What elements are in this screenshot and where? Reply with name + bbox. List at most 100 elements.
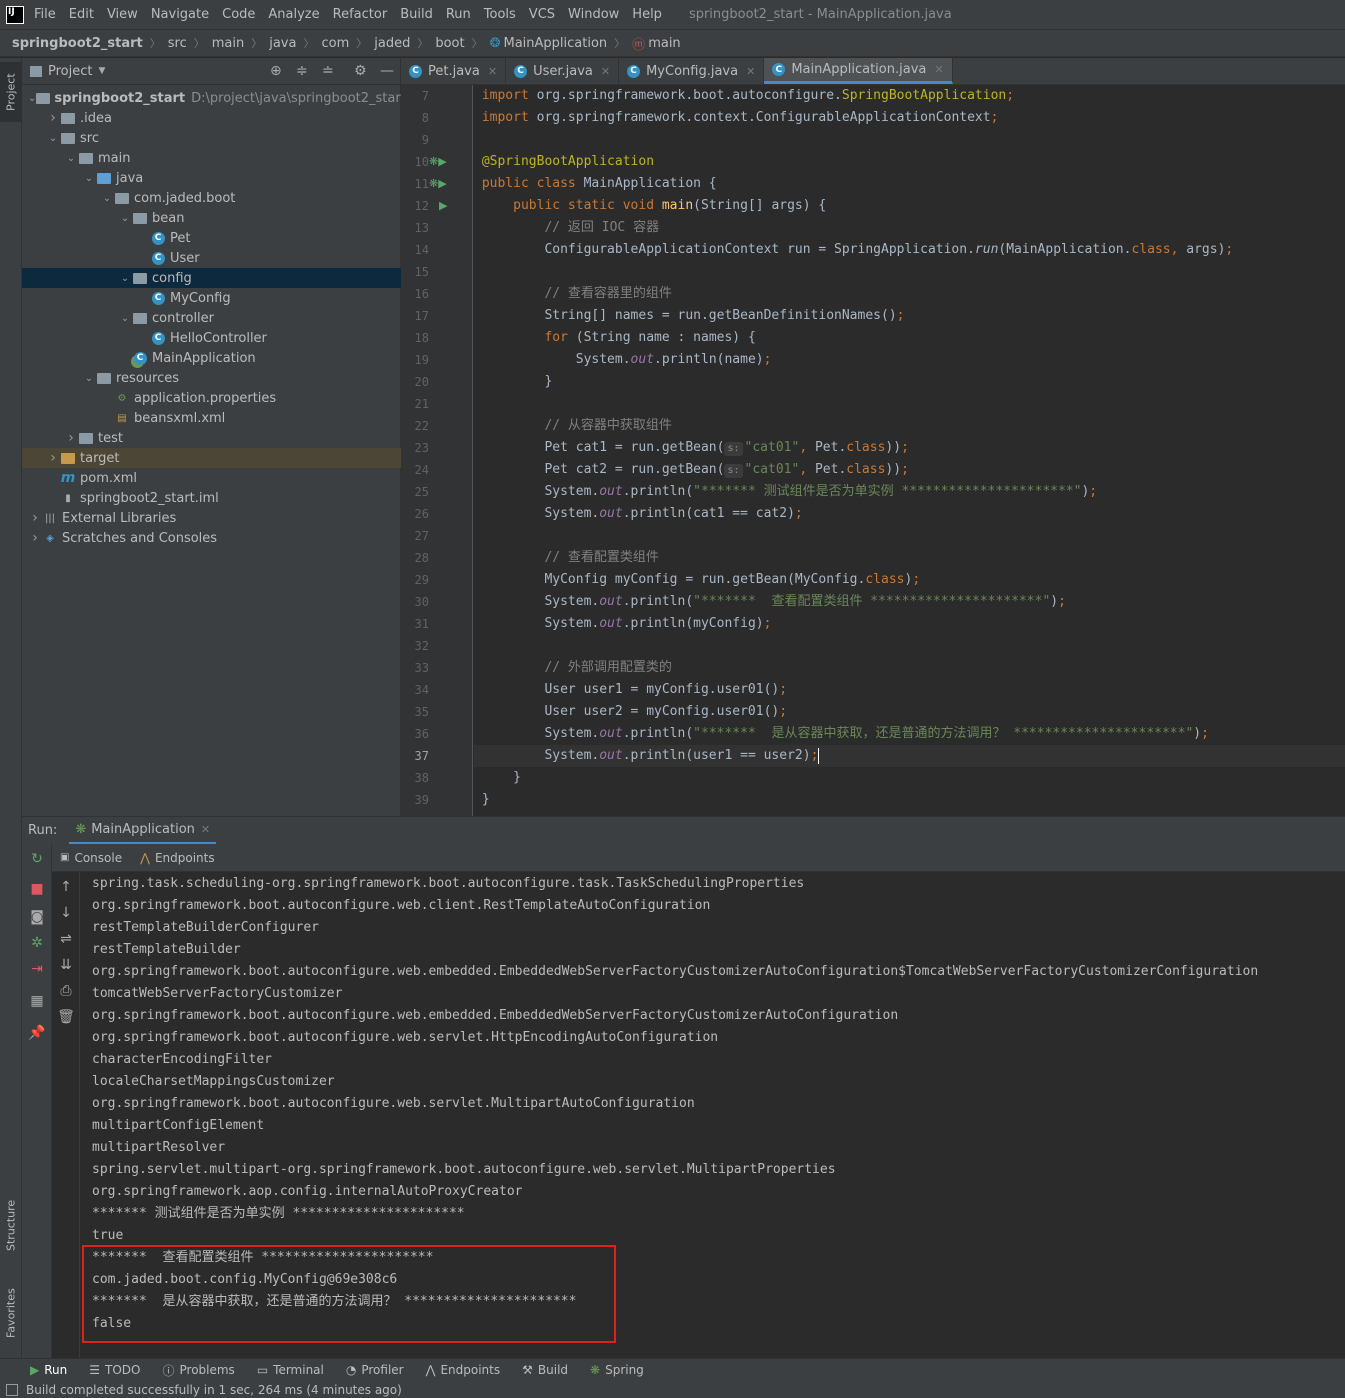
close-icon[interactable]: ✕ bbox=[601, 65, 610, 78]
breadcrumb-item[interactable]: springboot2_start bbox=[12, 36, 143, 51]
bottom-tab-spring[interactable]: ❋ Spring bbox=[590, 1363, 644, 1377]
rerun-icon[interactable]: ↻ bbox=[28, 850, 46, 868]
editor-tab[interactable]: C MainApplication.java ✕ bbox=[764, 58, 953, 84]
camera-icon[interactable]: ◙ bbox=[28, 908, 46, 926]
menu-item-build[interactable]: Build bbox=[400, 7, 433, 22]
menu-item-code[interactable]: Code bbox=[222, 7, 255, 22]
soft-wrap-icon[interactable]: ⇌ bbox=[57, 930, 75, 948]
bottom-tab-terminal[interactable]: ▭ Terminal bbox=[257, 1363, 324, 1377]
breadcrumb-item[interactable]: src bbox=[168, 36, 187, 51]
editor-tab[interactable]: C MyConfig.java ✕ bbox=[619, 58, 765, 84]
status-icon[interactable] bbox=[6, 1383, 18, 1396]
chevron-down-icon[interactable]: ⌄ bbox=[46, 133, 60, 144]
bottom-tab-build[interactable]: ⚒ Build bbox=[522, 1363, 568, 1377]
menu-item-edit[interactable]: Edit bbox=[69, 7, 94, 22]
tree-item[interactable]: ▤ beansxml.xml bbox=[22, 408, 401, 428]
bottom-tab-todo[interactable]: ☰ TODO bbox=[89, 1363, 140, 1377]
menu-item-file[interactable]: File bbox=[34, 7, 56, 22]
tree-item[interactable]: ⌄ bean bbox=[22, 208, 401, 228]
project-tool-tab[interactable]: Project bbox=[0, 62, 22, 122]
editor-tab[interactable]: C Pet.java ✕ bbox=[401, 58, 507, 84]
stop-icon[interactable]: ■ bbox=[28, 880, 46, 898]
gear-icon[interactable]: ⚙ bbox=[354, 63, 367, 79]
tree-item[interactable]: ⌄ src bbox=[22, 128, 401, 148]
breadcrumb-item[interactable]: boot bbox=[435, 36, 464, 51]
tree-item[interactable]: ▮ springboot2_start.iml bbox=[22, 488, 401, 508]
menu-item-tools[interactable]: Tools bbox=[484, 7, 516, 22]
menu-item-run[interactable]: Run bbox=[446, 7, 471, 22]
chevron-right-icon[interactable]: › bbox=[46, 450, 60, 466]
menu-item-vcs[interactable]: VCS bbox=[529, 7, 555, 22]
run-gutter-icon[interactable]: ❋▶ bbox=[429, 177, 447, 190]
chevron-down-icon[interactable]: ⌄ bbox=[118, 213, 132, 224]
tree-item[interactable]: ⌄ resources bbox=[22, 368, 401, 388]
arrow-up-icon[interactable]: ↑ bbox=[57, 878, 75, 896]
code-editor[interactable]: import org.springframework.boot.autoconf… bbox=[474, 85, 1345, 816]
bottom-tab-problems[interactable]: ⓘ Problems bbox=[162, 1362, 234, 1379]
layout-icon[interactable]: ▦ bbox=[28, 992, 46, 1010]
tree-item[interactable]: ⌄ main bbox=[22, 148, 401, 168]
breadcrumb-item[interactable]: java bbox=[269, 36, 296, 51]
menu-item-window[interactable]: Window bbox=[568, 7, 619, 22]
chevron-right-icon[interactable]: › bbox=[64, 430, 78, 446]
tree-item[interactable]: ⚙ application.properties bbox=[22, 388, 401, 408]
chevron-down-icon[interactable]: ⌄ bbox=[118, 273, 132, 284]
chevron-down-icon[interactable]: ▼ bbox=[98, 66, 105, 76]
breadcrumb-item[interactable]: main bbox=[648, 36, 680, 51]
menu-item-view[interactable]: View bbox=[107, 7, 138, 22]
menu-item-help[interactable]: Help bbox=[632, 7, 662, 22]
tree-item[interactable]: › test bbox=[22, 428, 401, 448]
editor-tab[interactable]: C User.java ✕ bbox=[506, 58, 620, 84]
tree-item[interactable]: C User bbox=[22, 248, 401, 268]
scroll-to-end-icon[interactable]: ⇊ bbox=[57, 956, 75, 974]
breadcrumb-item[interactable]: main bbox=[212, 36, 244, 51]
tree-item[interactable]: C Pet bbox=[22, 228, 401, 248]
close-icon[interactable]: ✕ bbox=[201, 823, 210, 836]
breadcrumb-item[interactable]: com bbox=[321, 36, 349, 51]
expand-all-icon[interactable]: ≑ bbox=[296, 63, 308, 79]
tree-item[interactable]: › target bbox=[22, 448, 401, 468]
chevron-right-icon[interactable]: › bbox=[28, 530, 42, 546]
run-gutter-icon[interactable]: ❋▶ bbox=[429, 155, 447, 168]
tree-item[interactable]: ⌄ java bbox=[22, 168, 401, 188]
exit-icon[interactable]: ⇥ bbox=[28, 960, 46, 978]
menu-item-analyze[interactable]: Analyze bbox=[268, 7, 319, 22]
collapse-all-icon[interactable]: ≐ bbox=[322, 63, 334, 79]
tree-item[interactable]: › .idea bbox=[22, 108, 401, 128]
tree-item[interactable]: ⌄ com.jaded.boot bbox=[22, 188, 401, 208]
tree-item[interactable]: C MyConfig bbox=[22, 288, 401, 308]
chevron-down-icon[interactable]: ⌄ bbox=[28, 93, 36, 104]
chevron-down-icon[interactable]: ⌄ bbox=[64, 153, 78, 164]
pin-icon[interactable]: 📌 bbox=[28, 1024, 46, 1042]
chevron-down-icon[interactable]: ⌄ bbox=[100, 193, 114, 204]
print-icon[interactable]: ⎙ bbox=[57, 982, 75, 1000]
tab-console[interactable]: ▣ Console bbox=[60, 851, 122, 865]
chevron-down-icon[interactable]: ⌄ bbox=[82, 373, 96, 384]
locate-icon[interactable]: ⊕ bbox=[270, 63, 282, 79]
structure-tool-tab[interactable]: Structure bbox=[0, 1188, 22, 1263]
trash-icon[interactable]: 🗑 bbox=[57, 1008, 75, 1026]
chevron-right-icon[interactable]: › bbox=[28, 510, 42, 526]
tree-item[interactable]: C MainApplication bbox=[22, 348, 401, 368]
bottom-tab-run[interactable]: ▶ Run bbox=[30, 1363, 67, 1377]
favorites-tool-tab[interactable]: Favorites bbox=[0, 1273, 22, 1353]
close-icon[interactable]: ✕ bbox=[488, 65, 497, 78]
chevron-down-icon[interactable]: ⌄ bbox=[118, 313, 132, 324]
close-icon[interactable]: ✕ bbox=[934, 63, 943, 76]
menu-item-refactor[interactable]: Refactor bbox=[333, 7, 388, 22]
run-config-tab[interactable]: ❋ MainApplication ✕ bbox=[69, 817, 217, 845]
bottom-tab-endpoints[interactable]: ⋀ Endpoints bbox=[426, 1363, 501, 1377]
close-icon[interactable]: ✕ bbox=[746, 65, 755, 78]
bottom-tab-profiler[interactable]: ◔ Profiler bbox=[346, 1363, 404, 1377]
tree-item[interactable]: ⌄ springboot2_start D:\project\java\spring… bbox=[22, 88, 406, 108]
project-view-selector[interactable]: Project bbox=[48, 64, 92, 79]
arrow-down-icon[interactable]: ↓ bbox=[57, 904, 75, 922]
debug-icon[interactable]: ✲ bbox=[28, 934, 46, 952]
menu-item-navigate[interactable]: Navigate bbox=[151, 7, 209, 22]
chevron-down-icon[interactable]: ⌄ bbox=[82, 173, 96, 184]
chevron-right-icon[interactable]: › bbox=[46, 110, 60, 126]
breadcrumb-item[interactable]: MainApplication bbox=[504, 36, 608, 51]
tree-item[interactable]: m pom.xml bbox=[22, 468, 401, 488]
breadcrumb-item[interactable]: jaded bbox=[374, 36, 410, 51]
tree-item[interactable]: ⌄ controller bbox=[22, 308, 401, 328]
